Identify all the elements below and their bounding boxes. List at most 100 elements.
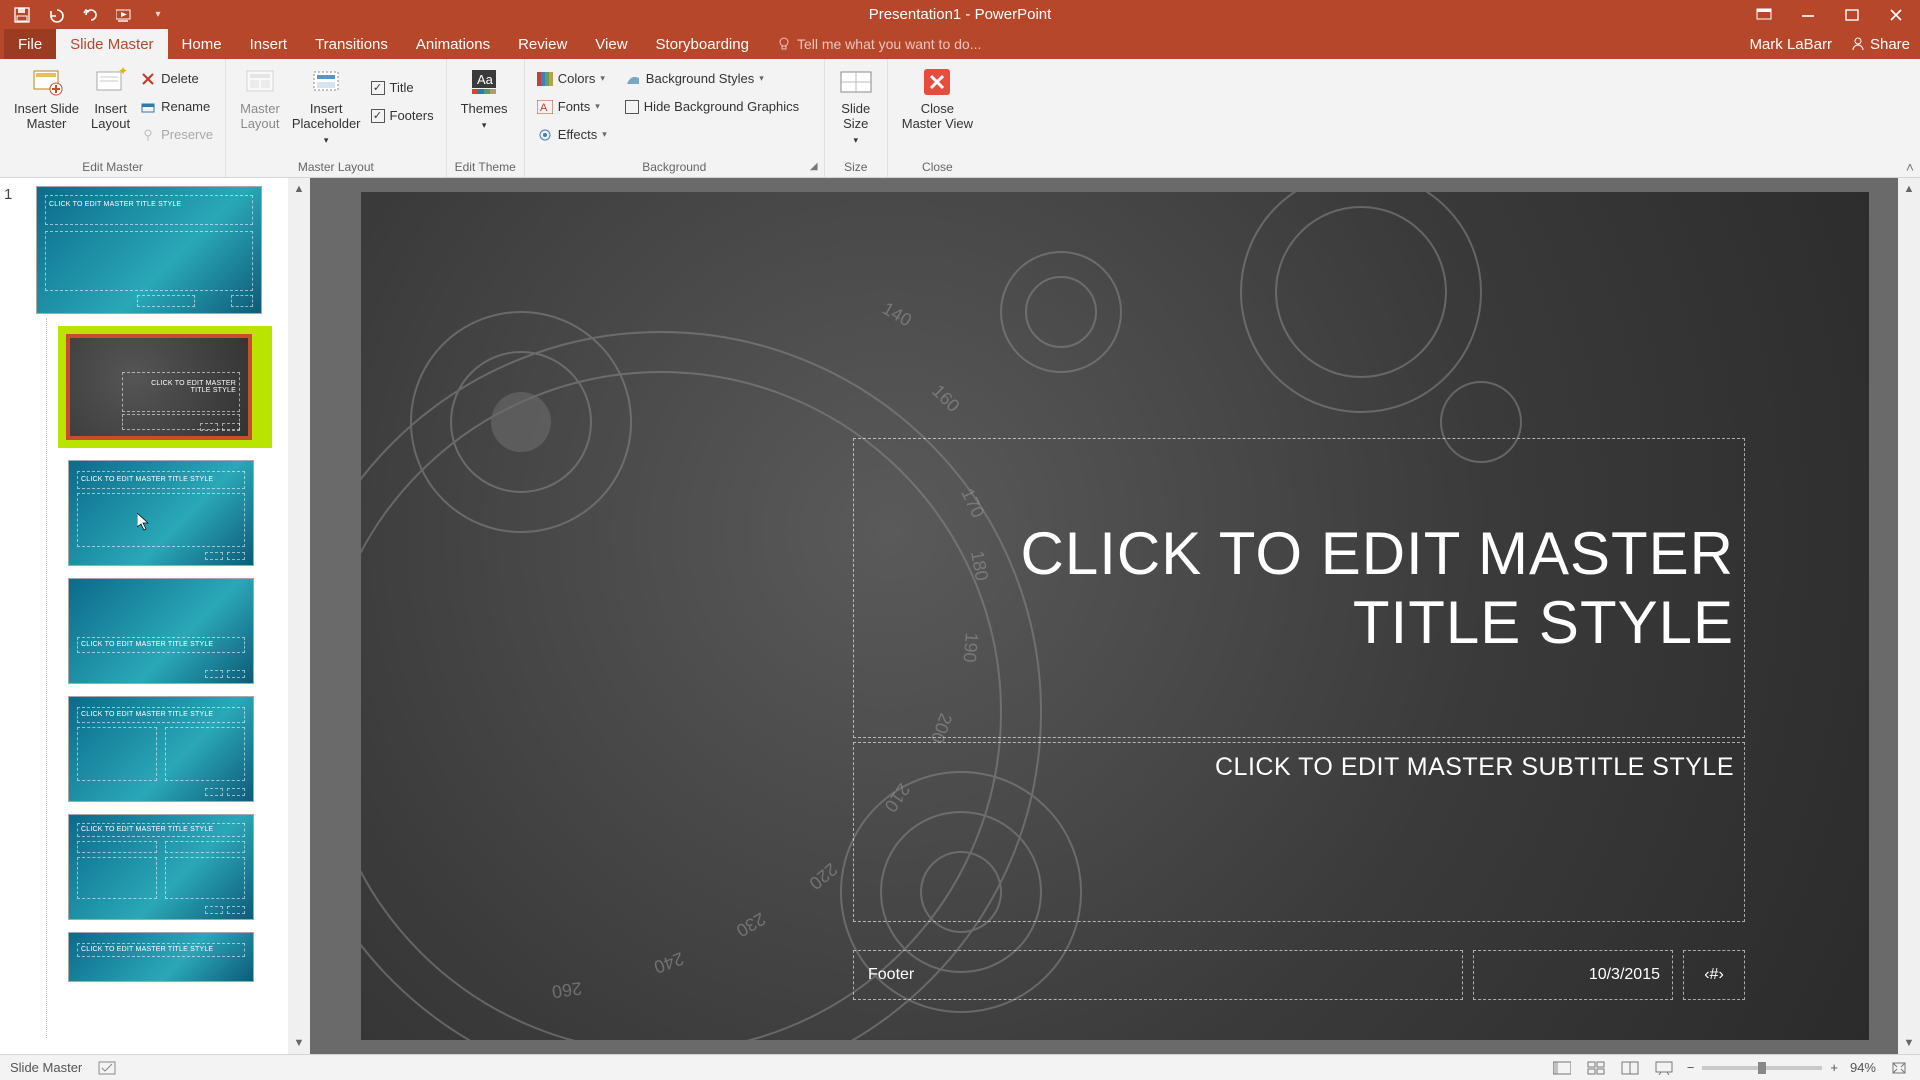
layout-thumbnail[interactable]: CLICK TO EDIT MASTER TITLE STYLE: [68, 932, 282, 982]
zoom-slider[interactable]: − +: [1687, 1060, 1838, 1075]
status-mode: Slide Master: [10, 1060, 82, 1075]
themes-icon: Aa: [467, 65, 501, 99]
scroll-up-icon[interactable]: ▲: [288, 178, 310, 200]
insert-slide-master-label: Insert Slide Master: [14, 101, 79, 131]
scroll-track[interactable]: [288, 200, 310, 1032]
effects-button[interactable]: Effects ▾: [533, 122, 611, 147]
editor-scrollbar[interactable]: ▲ ▼: [1898, 178, 1920, 1054]
scroll-down-icon[interactable]: ▼: [1898, 1032, 1920, 1054]
group-label-background: Background: [533, 157, 816, 177]
title-checkbox[interactable]: ✓Title: [367, 75, 438, 100]
layout-thumbnail[interactable]: CLICK TO EDIT MASTER TITLE STYLE: [68, 696, 282, 802]
preserve-button[interactable]: Preserve: [136, 122, 217, 147]
tab-insert[interactable]: Insert: [236, 29, 302, 59]
colors-button[interactable]: Colors ▾: [533, 66, 611, 91]
slide-number-placeholder[interactable]: ‹#›: [1683, 950, 1745, 1000]
rename-button[interactable]: Rename: [136, 94, 217, 119]
save-icon[interactable]: [14, 7, 30, 23]
delete-icon: [140, 71, 156, 87]
zoom-thumb[interactable]: [1758, 1062, 1766, 1074]
layout-thumbnail[interactable]: CLICK TO EDIT MASTER TITLE STYLE: [68, 814, 282, 920]
zoom-in-icon[interactable]: +: [1830, 1060, 1838, 1075]
normal-view-icon[interactable]: [1551, 1059, 1573, 1077]
zoom-level[interactable]: 94%: [1850, 1060, 1876, 1075]
maximize-icon[interactable]: [1844, 7, 1860, 23]
layout-thumbnail-selected[interactable]: CLICK TO EDIT MASTER TITLE STYLE: [58, 326, 272, 448]
zoom-track[interactable]: [1702, 1066, 1822, 1070]
fonts-icon: A: [537, 99, 553, 115]
fonts-button[interactable]: AFonts ▾: [533, 94, 611, 119]
share-button[interactable]: Share: [1850, 36, 1910, 53]
footers-checkbox[interactable]: ✓Footers: [367, 103, 438, 128]
tell-me-search[interactable]: Tell me what you want to do...: [763, 29, 995, 59]
slide-sorter-view-icon[interactable]: [1585, 1059, 1607, 1077]
group-background: Colors ▾ AFonts ▾ Effects ▾ Background S…: [525, 59, 825, 177]
footer-placeholder-text: Footer: [868, 966, 914, 984]
workspace: 1 CLICK TO EDIT MASTER TITLE STYLE CLICK…: [0, 178, 1920, 1054]
insert-slide-master-icon: [30, 65, 64, 99]
slide-size-button[interactable]: Slide Size▾: [833, 63, 879, 148]
footer-placeholder[interactable]: Footer: [853, 950, 1463, 1000]
qat-customize-icon[interactable]: ▾: [150, 7, 166, 23]
checkbox-checked-icon: ✓: [371, 109, 385, 123]
tab-review[interactable]: Review: [504, 29, 581, 59]
date-placeholder[interactable]: 10/3/2015: [1473, 950, 1673, 1000]
lightbulb-icon: [777, 37, 791, 51]
layout-thumbnail[interactable]: CLICK TO EDIT MASTER TITLE STYLE: [68, 578, 282, 684]
fit-to-window-icon[interactable]: [1888, 1059, 1910, 1077]
slide-master-thumbnail[interactable]: CLICK TO EDIT MASTER TITLE STYLE: [36, 186, 262, 314]
svg-text:230: 230: [733, 909, 769, 941]
tab-storyboarding[interactable]: Storyboarding: [642, 29, 763, 59]
hide-background-graphics-checkbox[interactable]: Hide Background Graphics: [621, 94, 803, 119]
collapse-ribbon-icon[interactable]: ˄: [1906, 159, 1914, 175]
close-master-view-icon: [920, 65, 954, 99]
tab-view[interactable]: View: [581, 29, 641, 59]
close-master-view-button[interactable]: Close Master View: [896, 63, 979, 131]
checkbox-unchecked-icon: [625, 100, 639, 114]
insert-layout-button[interactable]: ✦ Insert Layout: [85, 63, 136, 131]
insert-placeholder-button[interactable]: Insert Placeholder▾: [286, 63, 367, 148]
group-size: Slide Size▾ Size: [825, 59, 888, 177]
insert-slide-master-button[interactable]: Insert Slide Master: [8, 63, 85, 131]
start-from-beginning-icon[interactable]: [116, 7, 132, 23]
tab-file[interactable]: File: [4, 29, 56, 59]
delete-button[interactable]: Delete: [136, 66, 217, 91]
themes-button[interactable]: Aa Themes▾: [455, 63, 514, 133]
undo-icon[interactable]: [48, 7, 64, 23]
scroll-down-icon[interactable]: ▼: [288, 1032, 310, 1054]
zoom-out-icon[interactable]: −: [1687, 1060, 1695, 1075]
date-placeholder-text: 10/3/2015: [1589, 966, 1660, 984]
scroll-up-icon[interactable]: ▲: [1898, 178, 1920, 200]
slideshow-view-icon[interactable]: [1653, 1059, 1675, 1077]
subtitle-placeholder-text: CLICK TO EDIT MASTER SUBTITLE STYLE: [1215, 753, 1734, 921]
ribbon-display-options-icon[interactable]: [1756, 7, 1772, 23]
tab-home[interactable]: Home: [168, 29, 236, 59]
minimize-icon[interactable]: [1800, 7, 1816, 23]
signed-in-user[interactable]: Mark LaBarr: [1749, 36, 1832, 53]
group-edit-theme: Aa Themes▾ Edit Theme: [447, 59, 525, 177]
master-layout-button: Master Layout: [234, 63, 286, 131]
svg-text:160: 160: [928, 381, 963, 416]
slide-number-placeholder-text: ‹#›: [1704, 966, 1724, 984]
background-styles-button[interactable]: Background Styles ▾: [621, 66, 803, 91]
group-close: Close Master View Close: [888, 59, 987, 177]
group-label-master-layout: Master Layout: [234, 157, 437, 177]
scroll-track[interactable]: [1898, 200, 1920, 1032]
redo-icon[interactable]: [82, 7, 98, 23]
tell-me-placeholder: Tell me what you want to do...: [797, 36, 981, 52]
title-placeholder[interactable]: CLICK TO EDIT MASTER TITLE STYLE: [853, 438, 1745, 738]
quick-access-toolbar: ▾: [0, 7, 166, 23]
tab-slide-master[interactable]: Slide Master: [56, 29, 167, 59]
background-dialog-launcher[interactable]: ◢: [808, 161, 820, 173]
subtitle-placeholder[interactable]: CLICK TO EDIT MASTER SUBTITLE STYLE: [853, 742, 1745, 922]
tab-animations[interactable]: Animations: [402, 29, 504, 59]
reading-view-icon[interactable]: [1619, 1059, 1641, 1077]
close-icon[interactable]: [1888, 7, 1904, 23]
layout-thumbnail[interactable]: CLICK TO EDIT MASTER TITLE STYLE: [68, 460, 282, 566]
group-edit-master: Insert Slide Master ✦ Insert Layout Dele…: [0, 59, 226, 177]
slide-canvas[interactable]: 140 160 170 180 190 200 210 220 230 240 …: [361, 192, 1869, 1040]
tab-transitions[interactable]: Transitions: [301, 29, 402, 59]
ribbon-tabs: File Slide Master Home Insert Transition…: [0, 29, 1920, 59]
spellcheck-icon[interactable]: [96, 1059, 118, 1077]
thumbnails-scrollbar[interactable]: ▲ ▼: [288, 178, 310, 1054]
